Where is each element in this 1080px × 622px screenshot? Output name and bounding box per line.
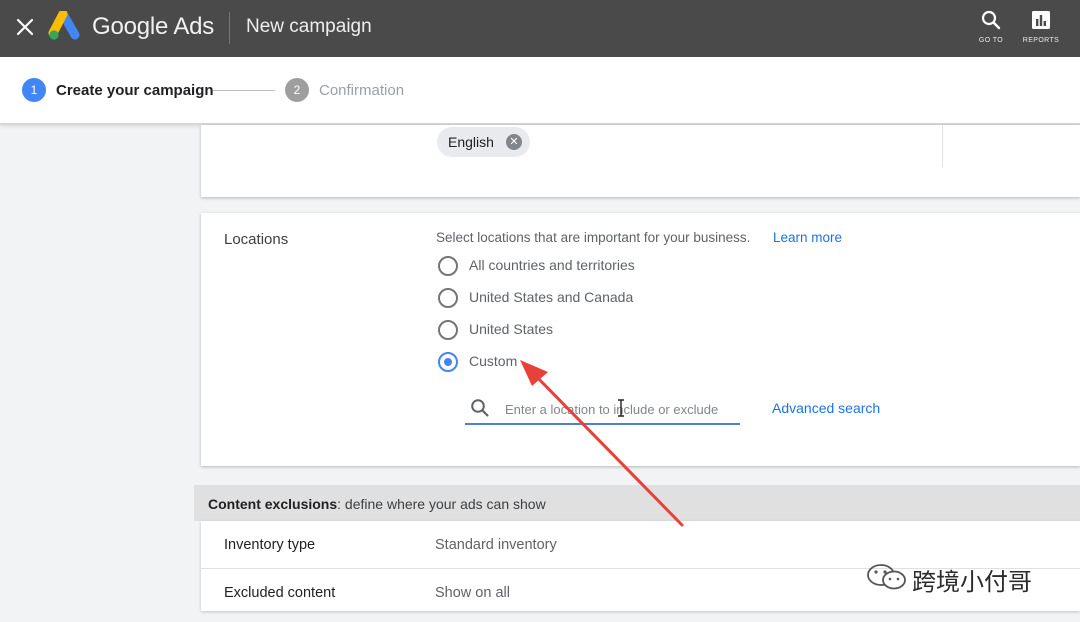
step-connector [213,90,275,91]
inventory-type-row[interactable]: Inventory type Standard inventory [201,521,1080,568]
close-icon[interactable] [14,16,36,38]
app-header: Google Ads New campaign GO TO REPORTS [0,0,1080,57]
step-1-label[interactable]: Create your campaign [56,82,214,99]
advanced-search-link[interactable]: Advanced search [772,400,880,416]
wechat-icon [867,564,906,590]
reports-button[interactable]: REPORTS [1016,10,1066,50]
panel-divider [942,125,943,167]
goto-label: GO TO [978,37,1004,44]
row-label: Excluded content [224,585,336,601]
watermark-text: 跨境小付哥 [912,568,1032,596]
content-exclusions-header: Content exclusions: define where your ad… [194,485,1080,521]
step-2-number: 2 [285,78,309,102]
radio-label: All countries and territories [469,257,635,273]
locations-card: Locations Select locations that are impo… [201,213,1080,466]
google-ads-logo [48,11,80,40]
learn-more-link[interactable]: Learn more [773,230,842,245]
radio-label: United States [469,321,554,337]
text-cursor-icon [618,399,624,417]
language-chip-label: English [448,134,494,150]
step-1-number: 1 [22,78,46,102]
header-divider [229,12,230,44]
row-label: Inventory type [224,537,316,553]
radio-button[interactable] [438,288,458,308]
brand-name: Google Ads [92,13,215,40]
content-exclusions-title: Content exclusions: define where your ad… [208,496,546,512]
row-value: Standard inventory [435,537,557,553]
campaign-stepper: 1 Create your campaign 2 Confirmation [0,57,1080,125]
search-icon [981,10,1001,30]
remove-chip-icon[interactable]: ✕ [505,134,522,150]
reports-label: REPORTS [1022,37,1060,44]
locations-title: Locations [224,231,289,248]
locations-description: Select locations that are important for … [436,230,751,245]
radio-button[interactable] [438,256,458,276]
reports-icon [1032,11,1050,29]
goto-button[interactable]: GO TO [966,10,1016,50]
page-title: New campaign [246,16,372,37]
radio-label: United States and Canada [469,289,634,305]
radio-button[interactable] [438,320,458,340]
language-chip: English ✕ [437,127,530,157]
radio-button-checked[interactable] [438,352,458,372]
search-icon [471,399,489,417]
languages-card: English ✕ [201,125,1080,197]
location-search-field[interactable] [465,393,740,425]
row-value: Show on all [435,585,510,601]
step-2-label[interactable]: Confirmation [319,82,404,99]
radio-label: Custom [469,353,518,369]
